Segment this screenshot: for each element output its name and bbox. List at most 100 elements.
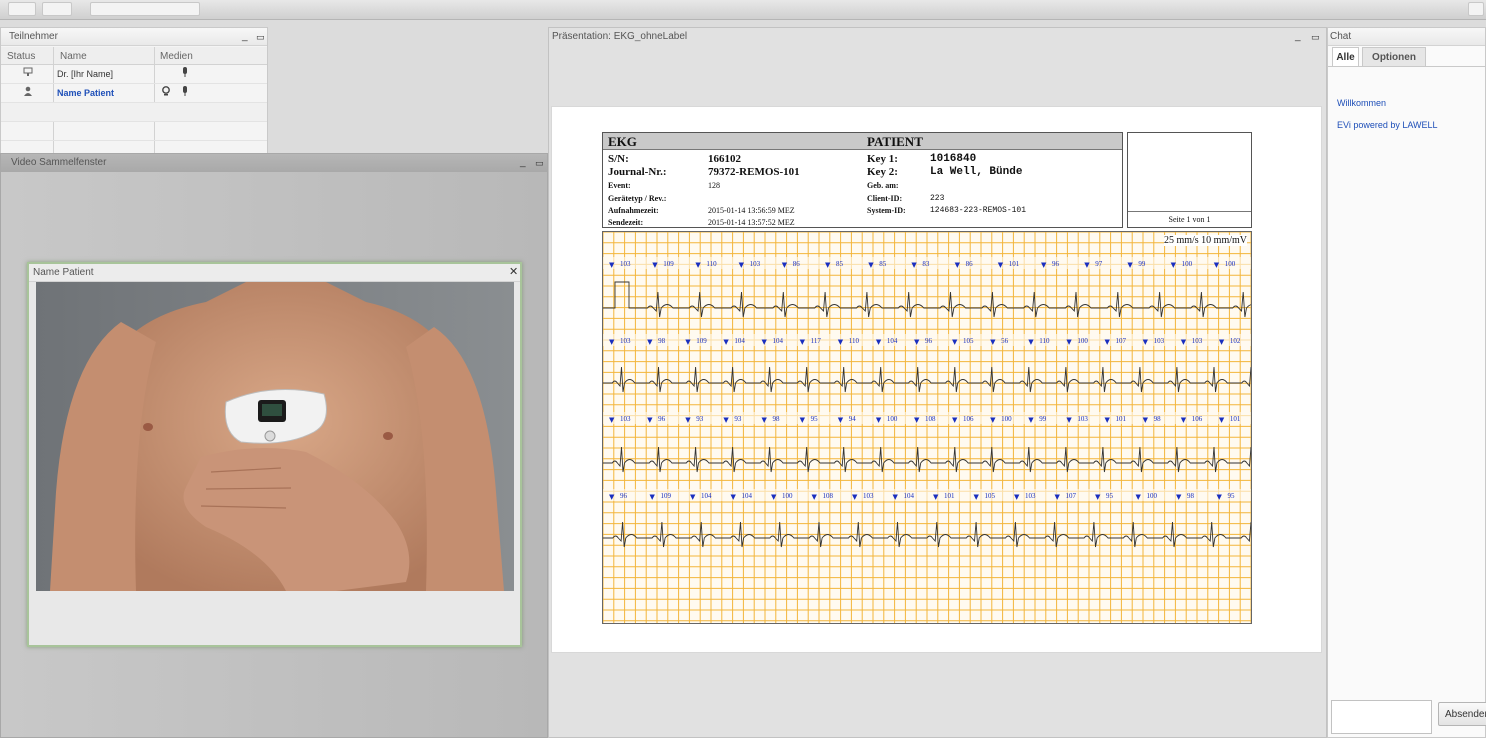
patient-video-window[interactable]: Name Patient ✕ — [27, 262, 522, 647]
beat-marker: ▼ — [609, 416, 615, 424]
beat-marker: ▼ — [647, 416, 653, 424]
chat-message: Willkommen — [1337, 98, 1387, 108]
toolbar-button[interactable] — [42, 2, 72, 16]
hr-label: 100 — [1225, 260, 1236, 268]
hr-label: 83 — [922, 260, 930, 268]
tab-alle[interactable]: Alle — [1332, 47, 1359, 67]
column-header-status[interactable]: Status — [7, 47, 35, 66]
participant-row[interactable]: Dr. [Ihr Name] — [1, 65, 267, 84]
hr-label: 96 — [1052, 260, 1060, 268]
hr-label: 103 — [620, 337, 631, 345]
beat-marker: ▼ — [990, 416, 996, 424]
field-label: Key 2: — [867, 166, 898, 178]
beat-marker: ▼ — [1041, 261, 1047, 269]
beat-marker: ▼ — [690, 493, 696, 501]
beat-marker: ▼ — [650, 493, 656, 501]
toolbar-button[interactable] — [1468, 2, 1484, 16]
hr-label: 103 — [750, 260, 761, 268]
beat-marker: ▼ — [1219, 416, 1225, 424]
beat-marker: ▼ — [838, 416, 844, 424]
hr-label: 98 — [658, 337, 666, 345]
field-value: 223 — [930, 194, 945, 203]
participant-row[interactable]: Name Patient — [1, 84, 267, 103]
hr-label: 85 — [879, 260, 887, 268]
hr-label: 96 — [658, 415, 666, 423]
tab-optionen[interactable]: Optionen — [1362, 47, 1426, 67]
field-label: Event: — [608, 181, 631, 190]
column-header-name[interactable]: Name — [60, 47, 87, 66]
hr-label: 102 — [1230, 337, 1241, 345]
hr-label: 110 — [849, 337, 860, 345]
field-value: 2015-01-14 13:56:59 MEZ — [708, 206, 795, 215]
beat-marker: ▼ — [911, 261, 917, 269]
hr-label: 117 — [811, 337, 822, 345]
maximize-icon[interactable]: ▭ — [535, 157, 544, 169]
webcam-icon[interactable] — [161, 84, 171, 103]
beat-marker: ▼ — [812, 493, 818, 501]
maximize-icon[interactable]: ▭ — [1311, 31, 1320, 43]
minimize-icon[interactable]: _ — [242, 31, 248, 43]
beat-marker: ▼ — [1214, 261, 1220, 269]
empty-row — [1, 122, 267, 141]
beat-marker: ▼ — [1084, 261, 1090, 269]
hr-label: 103 — [620, 260, 631, 268]
hr-label: 56 — [1001, 337, 1009, 345]
beat-marker: ▼ — [1217, 493, 1223, 501]
field-value: 1016840 — [930, 153, 977, 165]
beat-marker: ▼ — [914, 338, 920, 346]
hr-label: 96 — [925, 337, 933, 345]
moderator-icon — [23, 65, 33, 84]
beat-marker: ▼ — [1055, 493, 1061, 501]
beat-marker: ▼ — [1176, 493, 1182, 501]
beat-marker: ▼ — [609, 493, 615, 501]
beat-marker: ▼ — [1181, 416, 1187, 424]
hr-label: 110 — [706, 260, 717, 268]
hr-label: 105 — [985, 492, 996, 500]
video-frame-image — [36, 282, 514, 591]
hr-label: 93 — [734, 415, 742, 423]
field-value: La Well, Bünde — [930, 166, 1023, 178]
hr-label: 103 — [1154, 337, 1165, 345]
beat-marker: ▼ — [998, 261, 1004, 269]
beat-marker: ▼ — [876, 416, 882, 424]
patient-video-feed — [36, 282, 514, 591]
beat-marker: ▼ — [838, 338, 844, 346]
hr-label: 97 — [1095, 260, 1103, 268]
beat-marker: ▼ — [723, 416, 729, 424]
beat-marker: ▼ — [609, 338, 615, 346]
hr-label: 107 — [1066, 492, 1077, 500]
page-box-divider — [1128, 211, 1251, 212]
hr-label: 107 — [1116, 337, 1127, 345]
beat-marker: ▼ — [825, 261, 831, 269]
presentation-panel: Präsentation: EKG_ohneLabel _ ▭ EKG PATI… — [548, 27, 1327, 738]
participant-name: Dr. [Ihr Name] — [57, 69, 114, 79]
hr-label: 98 — [1187, 492, 1195, 500]
close-icon[interactable]: ✕ — [509, 266, 518, 278]
beat-marker: ▼ — [723, 338, 729, 346]
toolbar-button[interactable] — [8, 2, 36, 16]
beat-marker: ▼ — [955, 261, 961, 269]
hr-label: 101 — [1009, 260, 1020, 268]
patient-video-title: Name Patient — [29, 264, 520, 282]
minimize-icon[interactable]: _ — [1295, 31, 1301, 43]
column-header-medien[interactable]: Medien — [160, 47, 193, 66]
beat-marker: ▼ — [1219, 338, 1225, 346]
beat-marker: ▼ — [852, 493, 858, 501]
beat-marker: ▼ — [974, 493, 980, 501]
beat-marker: ▼ — [990, 338, 996, 346]
hr-label: 100 — [887, 415, 898, 423]
toolbar-button[interactable] — [90, 2, 200, 16]
send-button[interactable]: Absenden — [1438, 702, 1486, 726]
microphone-icon[interactable] — [182, 65, 188, 84]
field-value: 128 — [708, 181, 720, 190]
chat-input[interactable] — [1331, 700, 1432, 734]
ecg-document: EKG PATIENT S/N: 166102 Journal-Nr.: 793… — [551, 106, 1322, 653]
minimize-icon[interactable]: _ — [520, 157, 526, 169]
microphone-icon[interactable] — [182, 84, 188, 103]
field-label: Sendezeit: — [608, 218, 644, 227]
maximize-icon[interactable]: ▭ — [256, 31, 265, 43]
hr-label: 103 — [1077, 415, 1088, 423]
field-label: System-ID: — [867, 206, 906, 215]
beat-marker: ▼ — [1171, 261, 1177, 269]
hr-label: 101 — [944, 492, 955, 500]
